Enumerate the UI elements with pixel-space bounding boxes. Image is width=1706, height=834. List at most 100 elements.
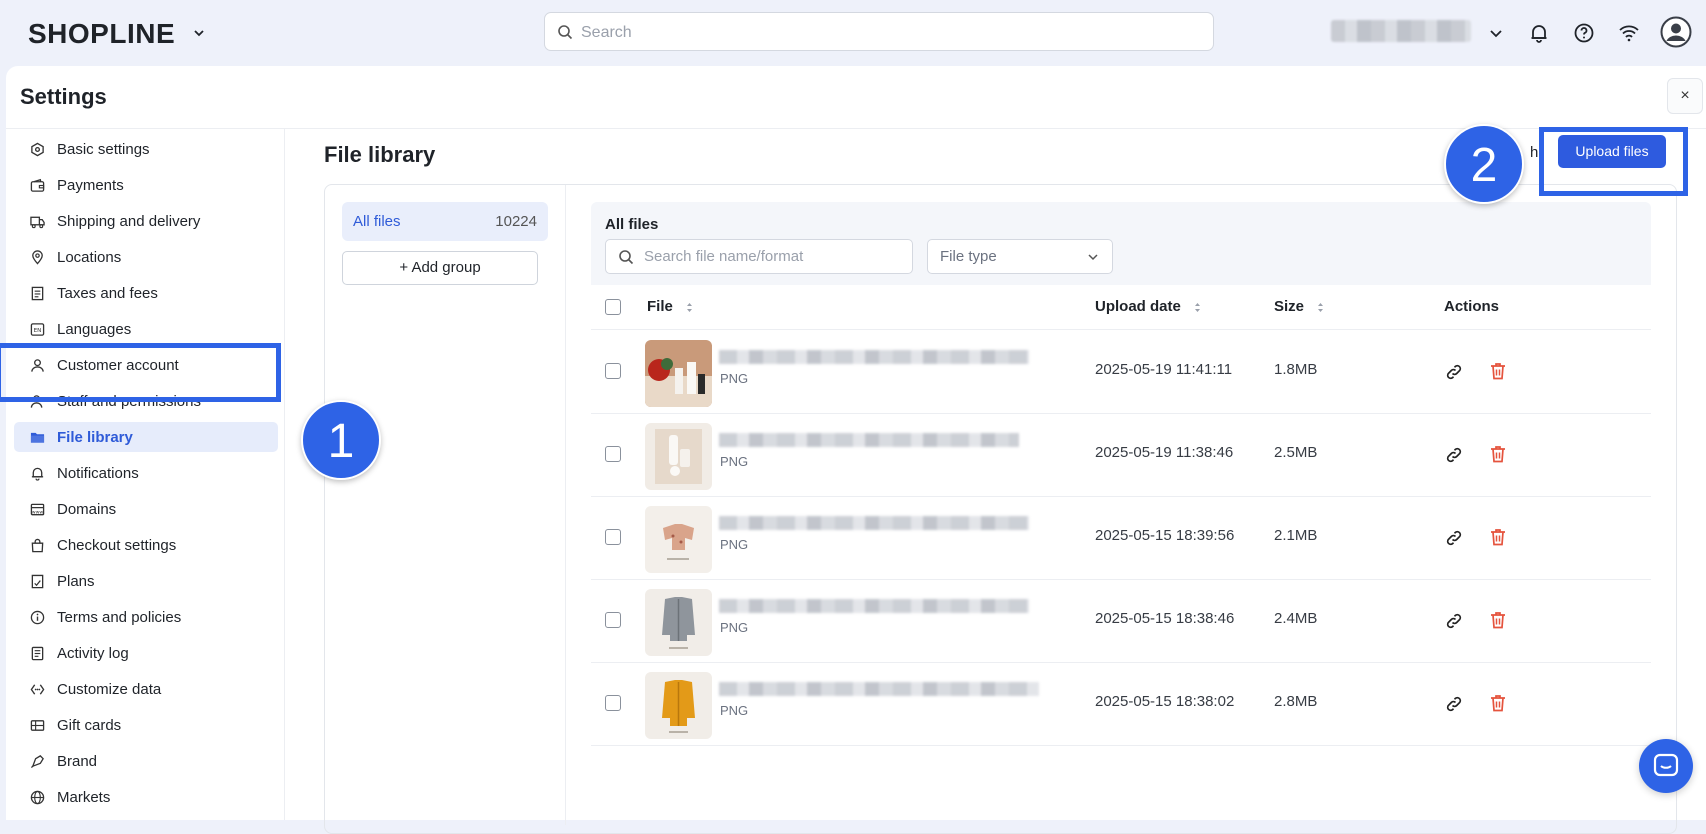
files-toolbar: All files Search file name/format File t… [591,202,1651,285]
file-size: 1.8MB [1274,361,1318,378]
chevron-down-icon[interactable] [1484,21,1508,45]
row-checkbox[interactable] [605,363,621,379]
select-all-checkbox[interactable] [605,299,621,315]
sidebar-item-activity-log[interactable]: Activity log [14,638,278,668]
sidebar-item-gift-cards[interactable]: Gift cards [14,710,278,740]
sidebar-item-label: Domains [57,501,117,518]
column-file[interactable]: File [647,298,693,315]
copy-link-icon[interactable] [1444,528,1464,548]
sidebar-item-label: Shipping and delivery [57,213,201,230]
sidebar-item-languages[interactable]: EN Languages [14,314,278,344]
partial-button-label[interactable]: h [1530,144,1538,161]
file-thumbnail[interactable] [645,340,712,407]
sidebar-item-notifications[interactable]: Notifications [14,458,278,488]
sidebar-item-plans[interactable]: Plans [14,566,278,596]
trash-icon[interactable] [1488,361,1508,381]
wallet-icon [30,178,45,192]
file-type: PNG [720,537,749,552]
file-size: 2.1MB [1274,527,1318,544]
sidebar-item-checkout-settings[interactable]: Checkout settings [14,530,278,560]
global-search-input[interactable]: Search [544,12,1214,51]
top-bar: SHOPLINE Search [0,0,1706,66]
svg-text:www: www [32,510,44,515]
sidebar-item-file-library[interactable]: File library [14,422,278,452]
sidebar-item-label: Gift cards [57,717,122,734]
file-library-card: All files 10224 + Add group All files Se… [324,184,1677,834]
add-group-button[interactable]: + Add group [342,251,538,285]
close-button[interactable]: × [1667,78,1703,114]
table-row[interactable]: PNG 2025-05-19 11:41:11 1.8MB [591,330,1651,414]
plus-icon: + [399,259,412,276]
step-badge-1: 1 [301,400,381,480]
code-icon [30,684,45,695]
row-checkbox[interactable] [605,529,621,545]
sidebar-item-taxes[interactable]: Taxes and fees [14,278,278,308]
file-thumbnail[interactable] [645,589,712,656]
avatar[interactable] [1660,16,1692,48]
sidebar-item-label: Checkout settings [57,537,177,554]
sidebar-item-shipping[interactable]: Shipping and delivery [14,206,278,236]
file-type: PNG [720,703,749,718]
file-thumbnail[interactable] [645,423,712,490]
sidebar-item-terms-policies[interactable]: Terms and policies [14,602,278,632]
sidebar-item-payments[interactable]: Payments [14,170,278,200]
chat-icon [1653,753,1679,777]
column-size[interactable]: Size [1274,298,1324,315]
bell-icon[interactable] [1527,21,1551,45]
copy-link-icon[interactable] [1444,694,1464,714]
sidebar-item-customize-data[interactable]: Customize data [14,674,278,704]
trash-icon[interactable] [1488,527,1508,547]
file-search-input[interactable]: Search file name/format [605,239,913,274]
trash-icon[interactable] [1488,610,1508,630]
sidebar-item-basic-settings[interactable]: Basic settings [14,134,278,164]
table-row[interactable]: PNG 2025-05-15 18:38:46 2.4MB [591,579,1651,663]
chevron-down-icon [1088,254,1098,261]
file-upload-date: 2025-05-19 11:41:11 [1095,361,1233,378]
copy-link-icon[interactable] [1444,611,1464,631]
location-pin-icon [32,250,43,265]
trash-icon[interactable] [1488,444,1508,464]
row-checkbox[interactable] [605,612,621,628]
store-name-blurred[interactable] [1331,20,1471,42]
copy-link-icon[interactable] [1444,362,1464,382]
table-row[interactable]: PNG 2025-05-15 18:39:56 2.1MB [591,496,1651,580]
shopline-logo[interactable]: SHOPLINE [28,18,175,50]
column-upload-date[interactable]: Upload date [1095,298,1201,315]
file-size: 2.4MB [1274,610,1318,627]
table-row[interactable]: PNG 2025-05-15 18:38:02 2.8MB [591,662,1651,746]
group-all-files[interactable]: All files 10224 [342,202,548,241]
chat-support-button[interactable] [1639,739,1693,793]
step-badge-2: 2 [1444,124,1524,204]
sidebar-item-domains[interactable]: www Domains [14,494,278,524]
sidebar-item-label: Notifications [57,465,139,482]
sidebar-item-label: Basic settings [57,141,150,158]
sidebar-item-label: Terms and policies [57,609,182,626]
sidebar-item-locations[interactable]: Locations [14,242,278,272]
sidebar-item-label: Languages [57,321,132,338]
copy-link-icon[interactable] [1444,445,1464,465]
table-row[interactable]: PNG 2025-05-19 11:38:46 2.5MB [591,413,1651,497]
file-name-blurred [719,350,1029,364]
file-thumbnail[interactable] [645,506,712,573]
sidebar-item-label: Taxes and fees [57,285,158,302]
file-thumbnail[interactable] [645,672,712,739]
file-upload-date: 2025-05-15 18:38:46 [1095,610,1235,627]
sidebar-item-label: File library [57,429,133,446]
sidebar-item-brand[interactable]: Brand [14,746,278,776]
sidebar-item-label: Plans [57,573,95,590]
trash-icon[interactable] [1488,693,1508,713]
row-checkbox[interactable] [605,446,621,462]
wifi-icon[interactable] [1617,21,1641,45]
gift-card-icon [30,720,45,731]
row-checkbox[interactable] [605,695,621,711]
file-upload-date: 2025-05-15 18:39:56 [1095,527,1235,544]
sort-icon [687,302,693,312]
info-icon [30,610,45,625]
chevron-down-icon[interactable] [193,27,205,39]
help-icon[interactable] [1572,21,1596,45]
file-size: 2.5MB [1274,444,1318,461]
group-name: All files [353,213,401,230]
sidebar-item-markets[interactable]: Markets [14,782,278,812]
sidebar-item-label: Activity log [57,645,129,662]
file-type-select[interactable]: File type [927,239,1113,274]
